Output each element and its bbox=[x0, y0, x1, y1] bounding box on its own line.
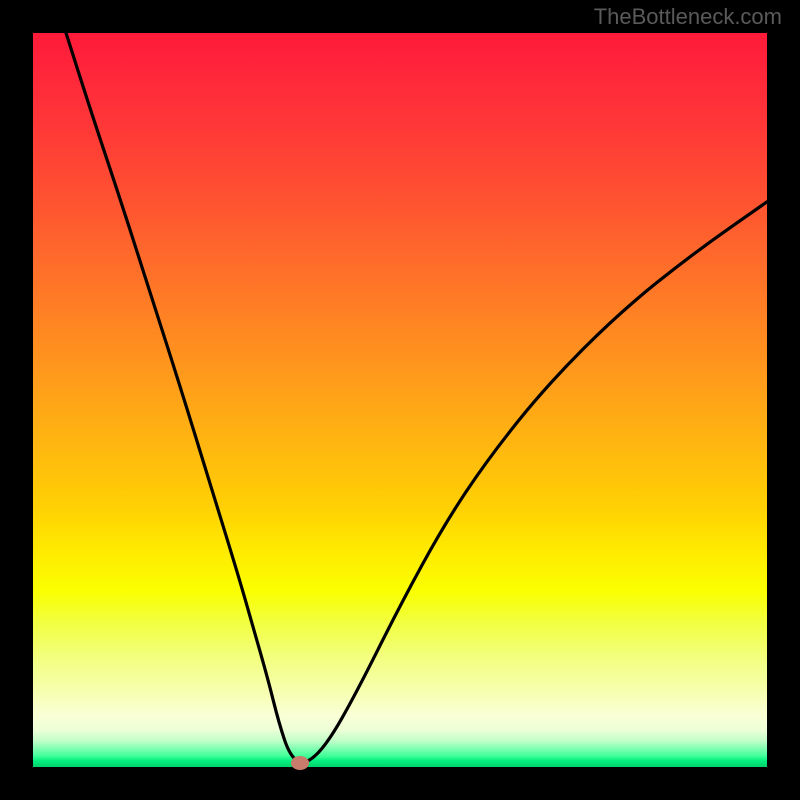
bottleneck-curve bbox=[66, 33, 767, 762]
bottleneck-curve-svg bbox=[33, 33, 767, 767]
optimal-point-marker bbox=[291, 756, 309, 770]
chart-plot-area bbox=[33, 33, 767, 767]
watermark-text: TheBottleneck.com bbox=[594, 4, 782, 30]
